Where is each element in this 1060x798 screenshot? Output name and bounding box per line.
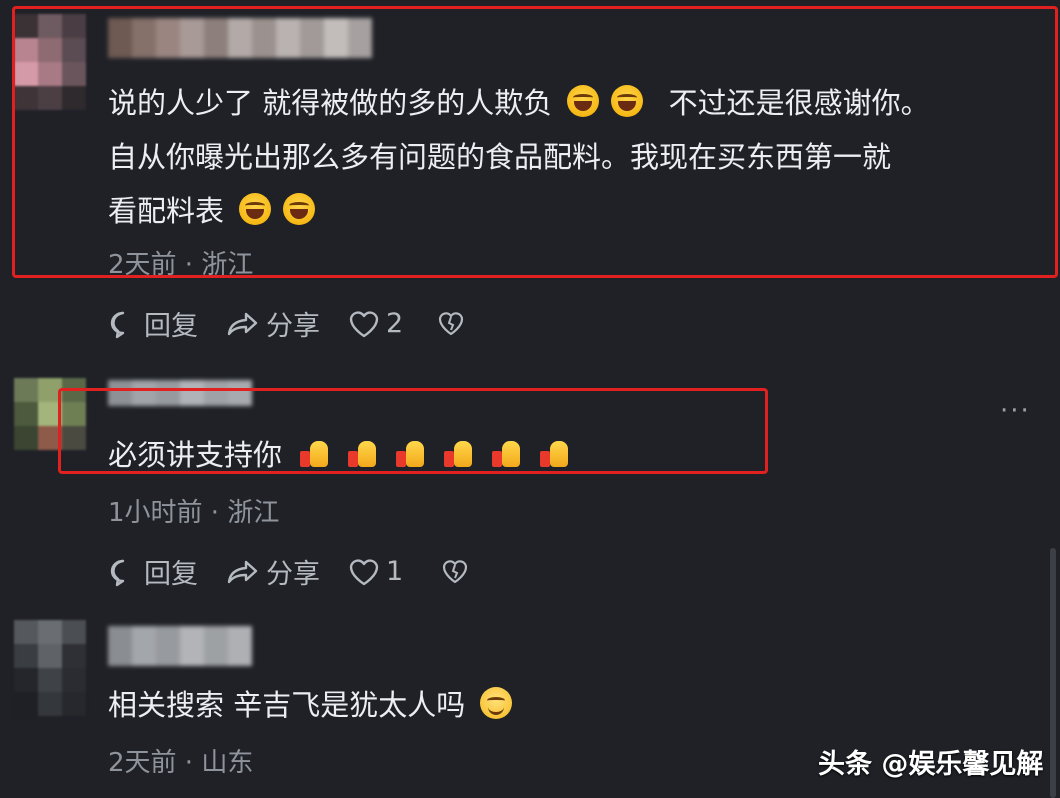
broken-heart-icon [439, 311, 464, 335]
like-count: 2 [386, 308, 404, 339]
share-arrow-icon [227, 312, 258, 335]
comment-text: 相关搜索 辛吉飞是犹太人吗 [108, 678, 518, 732]
share-label: 分享 [266, 311, 320, 342]
comment-bubble-icon [110, 311, 125, 338]
heart-icon [349, 558, 379, 585]
more-options-button[interactable]: ··· [1000, 396, 1031, 426]
watermark: 头条 @娱乐馨见解 [818, 749, 1044, 780]
share-label: 分享 [266, 559, 320, 590]
dislike-button[interactable] [441, 558, 469, 586]
smile-emoji-icon [480, 687, 513, 719]
username-blurred[interactable] [108, 626, 252, 666]
highlight-box [58, 388, 768, 474]
comment-meta: 1小时前 · 浙江 [108, 498, 280, 528]
reply-label: 回复 [144, 559, 198, 590]
dislike-button[interactable] [437, 310, 465, 338]
scrollbar[interactable] [1050, 548, 1056, 798]
comment-actions: 回复 分享 1 [108, 552, 469, 591]
comment-bubble-icon [110, 559, 125, 586]
heart-icon [349, 310, 379, 337]
share-button[interactable]: 分享 [226, 552, 320, 591]
reply-button[interactable]: 回复 [108, 304, 198, 343]
comment-actions: 回复 分享 2 [108, 304, 465, 343]
like-count: 1 [386, 556, 404, 587]
reply-label: 回复 [144, 311, 198, 342]
like-button[interactable]: 1 [348, 556, 403, 587]
reply-button[interactable]: 回复 [108, 552, 198, 591]
highlight-box [12, 6, 1058, 278]
share-arrow-icon [227, 560, 258, 583]
share-button[interactable]: 分享 [226, 304, 320, 343]
avatar[interactable] [14, 620, 86, 716]
broken-heart-icon [443, 559, 468, 583]
comment-line: 相关搜索 辛吉飞是犹太人吗 [108, 688, 466, 722]
like-button[interactable]: 2 [348, 308, 403, 339]
comment-meta: 2天前 · 山东 [108, 748, 254, 778]
